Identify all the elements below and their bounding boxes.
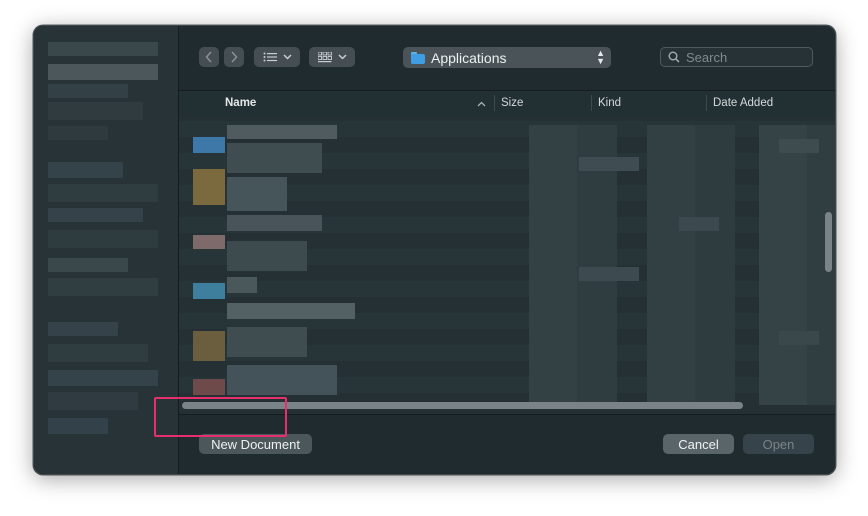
sidebar-blurred-block (48, 230, 158, 248)
chevron-right-icon (231, 51, 238, 63)
folder-icon (411, 51, 425, 64)
name-placeholder (227, 241, 307, 271)
date-placeholder (779, 139, 819, 153)
app-icon (193, 379, 225, 395)
app-icon (193, 169, 225, 205)
gallery-view-button[interactable] (309, 47, 355, 67)
name-placeholder (227, 365, 337, 395)
chevron-down-icon (337, 54, 347, 60)
sidebar-blurred-block (48, 102, 143, 120)
file-list[interactable] (179, 117, 835, 414)
column-divider[interactable] (706, 95, 707, 111)
toolbar: Applications ▲ ▼ (179, 26, 835, 90)
name-placeholder (227, 177, 287, 211)
name-placeholder (227, 143, 322, 173)
column-divider[interactable] (494, 95, 495, 111)
app-icon (193, 331, 225, 361)
size-placeholder (579, 157, 639, 171)
kind-placeholder (679, 217, 719, 231)
sidebar-blurred-block (48, 126, 108, 140)
size-placeholder (529, 125, 577, 405)
date-placeholder (759, 125, 807, 405)
name-placeholder (227, 125, 337, 139)
back-button[interactable] (199, 47, 219, 67)
column-header-kind[interactable]: Kind (598, 97, 621, 109)
sidebar-blurred-block (48, 184, 158, 202)
sidebar-blurred-block (48, 42, 158, 56)
sidebar-blurred-block (48, 322, 118, 336)
open-button[interactable]: Open (743, 434, 814, 454)
date-placeholder (779, 331, 819, 345)
kind-placeholder (647, 125, 695, 405)
sidebar-blurred-block (48, 208, 143, 222)
highlight-box (154, 397, 287, 437)
sort-ascending-icon (477, 101, 486, 107)
sidebar-blurred-block (48, 258, 128, 272)
column-header-date-added[interactable]: Date Added (713, 97, 773, 109)
location-label: Applications (431, 49, 507, 66)
app-icon (193, 283, 225, 299)
location-popup[interactable]: Applications ▲ ▼ (403, 47, 611, 68)
kind-placeholder (695, 125, 735, 405)
grid-icon (317, 51, 332, 62)
list-item[interactable] (179, 281, 835, 297)
list-view-button[interactable] (254, 47, 300, 67)
vertical-scrollbar[interactable] (825, 212, 832, 272)
column-header-name[interactable]: Name (225, 97, 256, 109)
chevron-down-icon (282, 54, 292, 60)
chevron-left-icon (205, 51, 212, 63)
sidebar-blurred-block (48, 370, 158, 386)
sidebar-blurred-block (48, 392, 138, 410)
cancel-button[interactable]: Cancel (663, 434, 734, 454)
name-placeholder (227, 215, 322, 231)
column-divider[interactable] (591, 95, 592, 111)
search-icon (668, 51, 680, 63)
up-down-chevron-icon: ▲ ▼ (596, 48, 605, 66)
sidebar-blurred-block (48, 418, 108, 434)
name-placeholder (227, 327, 307, 357)
size-placeholder (579, 267, 639, 281)
column-header-size[interactable]: Size (501, 97, 523, 109)
forward-button[interactable] (224, 47, 244, 67)
sidebar-blurred-block (48, 344, 148, 362)
new-document-button[interactable]: New Document (199, 434, 312, 454)
sidebar-blurred-block (48, 162, 123, 178)
sidebar-blurred-block (48, 278, 158, 296)
column-headers: Name Size Kind Date Added (179, 90, 835, 118)
list-icon (263, 52, 277, 62)
sidebar-blurred-block (48, 64, 158, 80)
search-input[interactable] (684, 48, 808, 66)
search-field[interactable] (660, 47, 813, 67)
name-placeholder (227, 277, 257, 293)
name-placeholder (227, 303, 355, 319)
sidebar-blurred-block (48, 84, 128, 98)
app-icon (193, 137, 225, 153)
app-icon (193, 235, 225, 249)
